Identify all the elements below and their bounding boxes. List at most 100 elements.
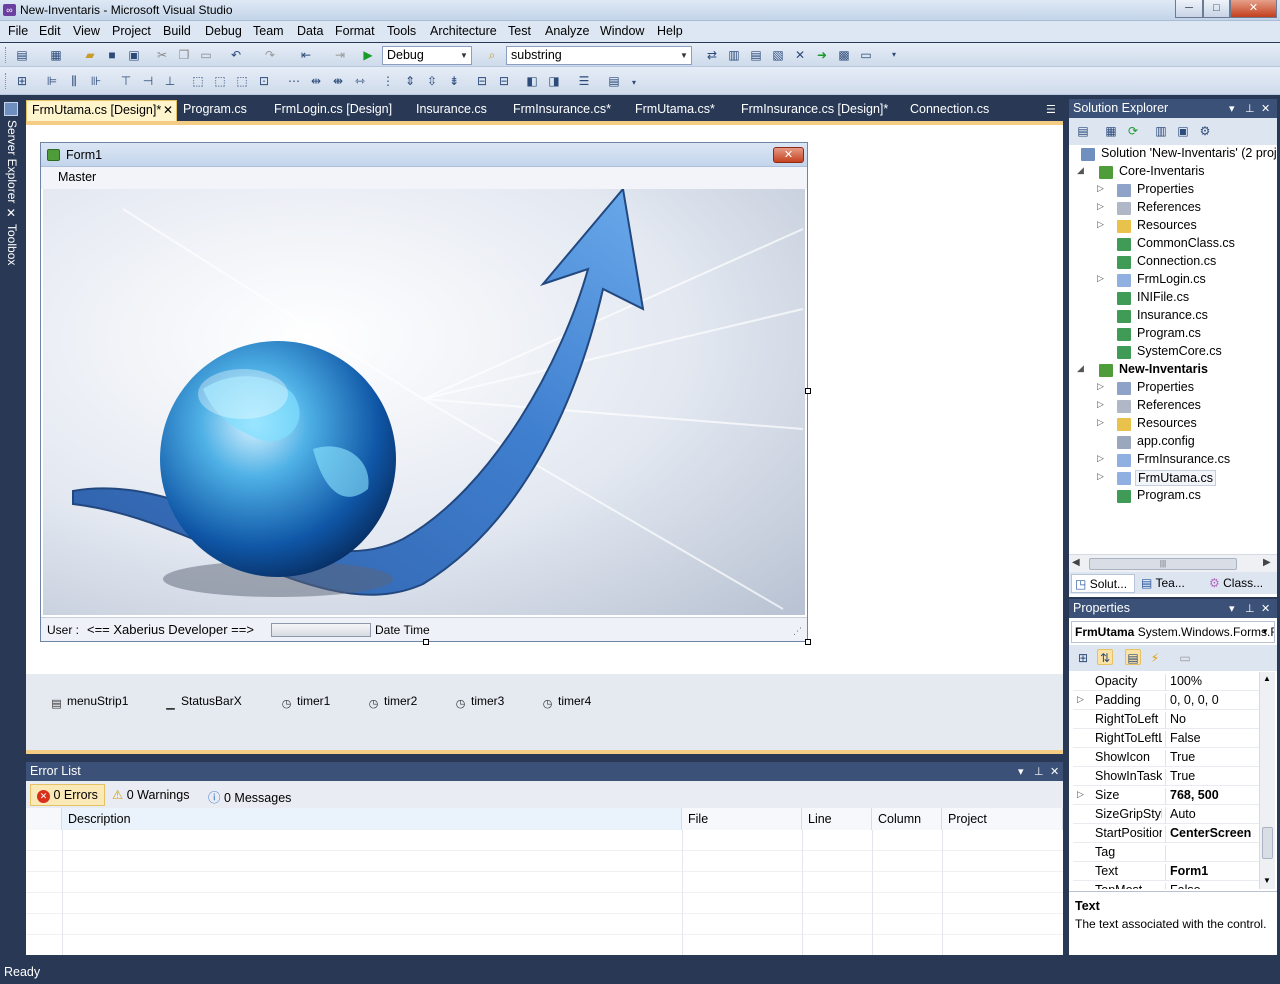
vertical-scrollbar[interactable]: ▲ ▼	[1259, 672, 1275, 889]
remove-vertical-spacing-icon[interactable]: ⇟	[446, 73, 462, 89]
toolbox-tab[interactable]: Toolbox	[3, 224, 19, 265]
property-row[interactable]: Text Form1	[1073, 862, 1265, 881]
expand-icon[interactable]: ▷	[1097, 381, 1104, 392]
tab-insurance[interactable]: Insurance.cs	[411, 100, 492, 121]
tab-team-explorer[interactable]: ▤ Tea...	[1141, 576, 1185, 590]
tree-node[interactable]: Connection.cs	[1069, 253, 1277, 271]
menu-edit[interactable]: Edit	[34, 24, 66, 38]
menu-debug[interactable]: Debug	[200, 24, 247, 38]
tab-class-view[interactable]: ⚙ Class...	[1209, 576, 1263, 590]
center-horizontally-icon[interactable]: ⊟	[474, 73, 490, 89]
tab-frmutama-design[interactable]: FrmUtama.cs [Design]*	[26, 100, 177, 121]
tree-node[interactable]: ◢ Core-Inventaris	[1069, 163, 1277, 181]
decrease-horizontal-spacing-icon[interactable]: ⇼	[330, 73, 346, 89]
tab-frmlogin-design[interactable]: FrmLogin.cs [Design]	[269, 100, 397, 121]
server-explorer-icon[interactable]	[4, 102, 18, 116]
tray-timer1[interactable]: ◷ timer1	[280, 694, 331, 711]
close-button[interactable]: ✕	[1230, 0, 1277, 18]
tray-menustrip[interactable]: ▤ menuStrip1	[50, 694, 128, 711]
make-same-width-icon[interactable]: ⬚	[190, 73, 206, 89]
toolbox-icon[interactable]: ✕	[4, 206, 18, 220]
find-symbol-icon[interactable]: ⇄	[704, 47, 720, 63]
align-tops-icon[interactable]: ⊤	[118, 73, 134, 89]
property-value[interactable]	[1165, 845, 1261, 862]
minimize-button[interactable]: ─	[1175, 0, 1203, 18]
collapse-icon[interactable]: ◢	[1077, 363, 1084, 374]
menu-format[interactable]: Format	[330, 24, 380, 38]
tree-node[interactable]: ▷ FrmUtama.cs	[1069, 469, 1277, 487]
start-page-icon[interactable]: ➜	[814, 47, 830, 63]
panel-menu-icon[interactable]: ▾	[1018, 765, 1024, 778]
property-grid[interactable]: Opacity 100% ▷ Padding 0, 0, 0, 0 RightToLeft…	[1069, 672, 1265, 889]
make-same-size-icon[interactable]: ⬚	[234, 73, 250, 89]
toolbar-options-icon[interactable]: ▾	[626, 75, 642, 91]
maximize-button[interactable]: □	[1203, 0, 1230, 18]
cut-icon[interactable]: ✂	[154, 47, 170, 63]
horizontal-spacing-icon[interactable]: ⋯	[286, 73, 302, 89]
warnings-filter-button[interactable]: ⚠ 0 Warnings	[106, 784, 195, 806]
property-row[interactable]: Opacity 100%	[1073, 672, 1265, 691]
property-value[interactable]: Auto	[1165, 807, 1261, 824]
property-value[interactable]: True	[1165, 769, 1261, 786]
save-icon[interactable]: ■	[104, 47, 120, 63]
menu-build[interactable]: Build	[158, 24, 196, 38]
command-window-icon[interactable]: ▭	[858, 47, 874, 63]
paste-icon[interactable]: ▭	[198, 47, 214, 63]
lock-controls-icon[interactable]: ▤	[606, 73, 622, 89]
properties-view-icon[interactable]: ▤	[1125, 649, 1141, 665]
property-value[interactable]: False	[1165, 883, 1261, 889]
property-value[interactable]: True	[1165, 750, 1261, 767]
vertical-spacing-icon[interactable]: ⋮	[380, 73, 396, 89]
property-value[interactable]: 100%	[1165, 674, 1261, 691]
align-middles-icon[interactable]: ⊣	[140, 73, 156, 89]
resize-handle-bottom[interactable]	[423, 639, 429, 645]
view-designer-icon[interactable]: ▣	[1175, 123, 1191, 139]
pin-icon[interactable]: ⊥	[1245, 102, 1255, 115]
property-value[interactable]: 768, 500	[1165, 788, 1261, 805]
size-grip-icon[interactable]: ⋰	[793, 626, 802, 637]
redo-icon[interactable]: ↷	[262, 47, 278, 63]
pin-icon[interactable]: ⊥	[1245, 602, 1255, 615]
bring-to-front-icon[interactable]: ◧	[524, 73, 540, 89]
align-to-grid-icon[interactable]: ⊞	[14, 73, 30, 89]
messages-filter-button[interactable]: ⓘ 0 Messages	[202, 784, 297, 806]
expand-icon[interactable]: ▷	[1097, 471, 1104, 482]
expand-icon[interactable]: ▷	[1097, 399, 1104, 410]
tray-timer4[interactable]: ◷ timer4	[541, 694, 592, 711]
solution-tree[interactable]: Solution 'New-Inventaris' (2 projects) ◢ C…	[1069, 145, 1277, 554]
tree-node[interactable]: Solution 'New-Inventaris' (2 projects)	[1069, 145, 1277, 163]
expand-icon[interactable]: ▷	[1097, 273, 1104, 284]
resize-handle-corner[interactable]	[805, 639, 811, 645]
errors-filter-button[interactable]: ✕ 0 Errors	[30, 784, 105, 806]
tree-node[interactable]: ◢ New-Inventaris	[1069, 361, 1277, 379]
panel-menu-icon[interactable]: ▾	[1229, 602, 1235, 615]
alphabetical-icon[interactable]: ⇅	[1097, 649, 1113, 665]
toolbar-grip[interactable]	[5, 73, 8, 89]
solution-explorer-icon[interactable]: ▥	[726, 47, 742, 63]
column-header-line[interactable]: Line	[802, 808, 872, 830]
navigate-backward-icon[interactable]: ⇤	[298, 47, 314, 63]
panel-menu-icon[interactable]: ▾	[1229, 102, 1235, 115]
increase-vertical-spacing-icon[interactable]: ⇕	[402, 73, 418, 89]
toolbar-grip[interactable]	[5, 47, 8, 63]
property-row[interactable]: SizeGripStyleAuto	[1073, 805, 1265, 824]
tab-frminsurance[interactable]: FrmInsurance.cs*	[508, 100, 616, 121]
size-to-grid-icon[interactable]: ⊡	[256, 73, 272, 89]
tray-timer2[interactable]: ◷ timer2	[367, 694, 418, 711]
column-header-description[interactable]: Description	[62, 808, 682, 830]
property-row[interactable]: ShowIcon True	[1073, 748, 1265, 767]
expand-icon[interactable]: ▷	[1097, 201, 1104, 212]
object-browser-icon[interactable]: ▧	[770, 47, 786, 63]
resize-handle-right[interactable]	[805, 388, 811, 394]
object-selector[interactable]: FrmUtama System.Windows.Forms.Form	[1071, 621, 1275, 643]
tab-connection[interactable]: Connection.cs	[905, 100, 994, 121]
properties-icon[interactable]: ▤	[1075, 123, 1091, 139]
column-header-icon[interactable]	[26, 808, 62, 830]
remove-horizontal-spacing-icon[interactable]: ⇿	[352, 73, 368, 89]
start-debugging-icon[interactable]: ▶	[360, 47, 376, 63]
align-rights-icon[interactable]: ⊪	[88, 73, 104, 89]
expand-icon[interactable]: ▷	[1097, 219, 1104, 230]
menu-architecture[interactable]: Architecture	[425, 24, 502, 38]
scroll-left-icon[interactable]: ◀	[1072, 557, 1080, 568]
property-row[interactable]: RightToLeft No	[1073, 710, 1265, 729]
